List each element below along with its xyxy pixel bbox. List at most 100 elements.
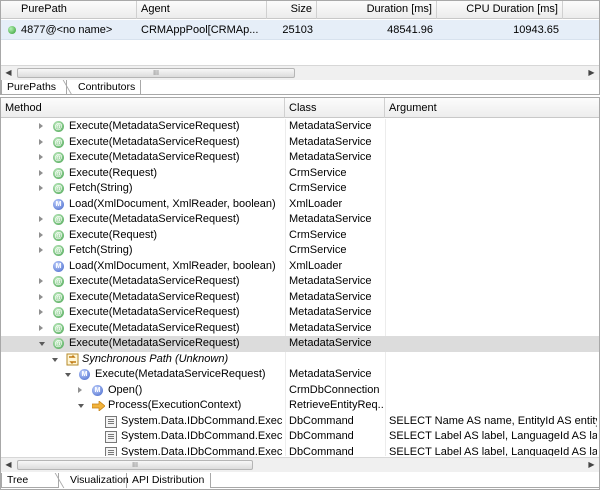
column-header-class[interactable]: Class: [285, 98, 385, 118]
tree-row[interactable]: M Execute(MetadataServiceRequest) Metadata…: [1, 367, 599, 383]
expand-toggle-icon[interactable]: [39, 154, 43, 160]
argument-value: [389, 274, 597, 290]
method-name: Load(XmlDocument, XmlReader, boolean): [69, 259, 276, 272]
database-command-icon: [105, 446, 117, 456]
method-entry-icon: @: [53, 229, 64, 241]
scroll-left-icon[interactable]: ◀: [1, 458, 16, 472]
tree-row[interactable]: @ Fetch(String) CrmService: [1, 181, 599, 197]
expand-toggle-icon[interactable]: [39, 278, 43, 284]
argument-value: SELECT Label AS label, LanguageId AS lan…: [389, 430, 597, 442]
scroll-right-icon[interactable]: ▶: [584, 66, 599, 80]
tree-row[interactable]: M Load(XmlDocument, XmlReader, boolean) Xm…: [1, 259, 599, 275]
purepath-row[interactable]: 4877@<no name> CRMAppPool[CRMAp... 25103…: [1, 20, 599, 40]
scroll-right-icon[interactable]: ▶: [584, 458, 599, 472]
method-name: Execute(MetadataServiceRequest): [69, 151, 240, 163]
method-entry-icon: @: [53, 136, 64, 148]
class-name: RetrieveEntityReq...: [289, 399, 383, 411]
tab-api-distribution[interactable]: API Distribution: [127, 473, 211, 488]
column-header-argument[interactable]: Argument: [385, 98, 599, 118]
method-entry-icon: @: [53, 167, 64, 179]
tree-row[interactable]: @ Execute(MetadataServiceRequest) Metadata…: [1, 119, 599, 135]
expand-toggle-icon[interactable]: [39, 169, 43, 176]
class-name: DbCommand: [289, 445, 354, 457]
method-name: Process(ExecutionContext): [108, 399, 242, 411]
purepath-agent: CRMAppPool[CRMAp...: [141, 24, 259, 36]
expand-toggle-icon[interactable]: [78, 386, 82, 393]
collapse-toggle-icon[interactable]: [65, 373, 71, 377]
tab-tree[interactable]: Tree: [1, 473, 59, 488]
scroll-left-icon[interactable]: ◀: [1, 66, 16, 80]
class-name: MetadataService: [289, 151, 372, 163]
tree-row[interactable]: M Load(XmlDocument, XmlReader, boolean) Xm…: [1, 197, 599, 213]
column-header-cpu-duration[interactable]: CPU Duration [ms]: [437, 1, 563, 19]
purepath-size: 25103: [282, 24, 313, 36]
tree-row[interactable]: @ Execute(MetadataServiceRequest) Metadata…: [1, 290, 599, 306]
collapse-toggle-icon[interactable]: [78, 404, 84, 408]
method-name: Execute(MetadataServiceRequest): [69, 321, 240, 334]
argument-value: [389, 398, 597, 414]
tree-row[interactable]: Process(ExecutionContext) RetrieveEntityR…: [1, 398, 599, 414]
expand-toggle-icon[interactable]: [39, 216, 43, 222]
expand-toggle-icon[interactable]: [39, 138, 43, 145]
expand-toggle-icon[interactable]: [39, 309, 43, 315]
column-header-duration[interactable]: Duration [ms]: [317, 1, 437, 19]
column-header-size[interactable]: Size: [267, 1, 317, 19]
method-name: Execute(MetadataServiceRequest): [69, 120, 240, 132]
argument-value: SELECT Label AS label, LanguageId AS lan…: [389, 445, 597, 457]
method-name: System.Data.IDbCommand.ExecuteRe: [121, 445, 283, 457]
argument-value: [389, 243, 597, 259]
method-name: Load(XmlDocument, XmlReader, boolean): [69, 197, 276, 210]
purepaths-horizontal-scrollbar[interactable]: ◀ III ▶: [1, 65, 599, 80]
class-name: MetadataService: [289, 337, 372, 349]
class-name: MetadataService: [289, 321, 372, 334]
method-entry-icon: @: [53, 245, 64, 256]
method-entry-icon: @: [53, 322, 64, 334]
tree-row[interactable]: @ Execute(MetadataServiceRequest) Metadata…: [1, 321, 599, 337]
tree-row[interactable]: @ Execute(MetadataServiceRequest) Metadata…: [1, 135, 599, 151]
method-name: Execute(MetadataServiceRequest): [69, 290, 240, 303]
tab-visualization[interactable]: Visualization: [65, 473, 129, 488]
method-tree-horizontal-scrollbar[interactable]: ◀ III ▶: [1, 457, 599, 472]
tree-row[interactable]: System.Data.IDbCommand.ExecuteRe DbComman…: [1, 429, 599, 445]
class-name: MetadataService: [289, 213, 372, 225]
tree-row[interactable]: @ Execute(MetadataServiceRequest) Metadata…: [1, 212, 599, 228]
argument-value: [389, 367, 597, 383]
tree-row[interactable]: @ Execute(Request) CrmService: [1, 228, 599, 244]
argument-value: SELECT Name AS name, EntityId AS entityi…: [389, 414, 597, 427]
tree-row[interactable]: @ Execute(Request) CrmService: [1, 166, 599, 182]
tree-row[interactable]: @ Execute(MetadataServiceRequest) Metadata…: [1, 274, 599, 290]
argument-value: [389, 352, 597, 368]
tab-contributors[interactable]: Contributors: [73, 80, 141, 95]
expand-toggle-icon[interactable]: [39, 324, 43, 331]
method-entry-icon: @: [53, 276, 64, 287]
expand-toggle-icon[interactable]: [39, 293, 43, 300]
tree-row[interactable]: Synchronous Path (Unknown): [1, 352, 599, 368]
column-header-method[interactable]: Method: [1, 98, 285, 118]
class-name: MetadataService: [289, 290, 372, 303]
collapse-toggle-icon[interactable]: [39, 342, 45, 346]
tree-row[interactable]: @ Fetch(String) CrmService: [1, 243, 599, 259]
argument-value: [389, 166, 597, 182]
expand-toggle-icon[interactable]: [39, 247, 43, 253]
column-header-purepath[interactable]: PurePath: [1, 1, 137, 19]
column-header-agent[interactable]: Agent: [137, 1, 267, 19]
scrollbar-thumb[interactable]: III: [17, 68, 295, 78]
tab-purepaths[interactable]: PurePaths: [1, 80, 67, 95]
class-name: MetadataService: [289, 135, 372, 148]
tree-row[interactable]: @ Execute(MetadataServiceRequest) Metadata…: [1, 305, 599, 321]
method-name: Synchronous Path (Unknown): [82, 352, 229, 365]
method-name: System.Data.IDbCommand.ExecuteRe: [121, 414, 283, 427]
tree-row[interactable]: @ Execute(MetadataServiceRequest) Metadata…: [1, 336, 599, 352]
expand-toggle-icon[interactable]: [39, 185, 43, 191]
tree-row[interactable]: System.Data.IDbCommand.ExecuteRe DbComman…: [1, 445, 599, 457]
collapse-toggle-icon[interactable]: [52, 357, 58, 362]
expand-toggle-icon[interactable]: [39, 231, 43, 238]
tree-row[interactable]: System.Data.IDbCommand.ExecuteRe DbComman…: [1, 414, 599, 430]
argument-value: [389, 336, 597, 352]
method-tree: @ Execute(MetadataServiceRequest) Metadata…: [1, 119, 599, 456]
tree-row[interactable]: @ Execute(MetadataServiceRequest) Metadata…: [1, 150, 599, 166]
scrollbar-thumb[interactable]: III: [17, 460, 253, 470]
argument-value: [389, 181, 597, 197]
tree-row[interactable]: M Open() CrmDbConnection: [1, 383, 599, 399]
expand-toggle-icon[interactable]: [39, 123, 43, 129]
